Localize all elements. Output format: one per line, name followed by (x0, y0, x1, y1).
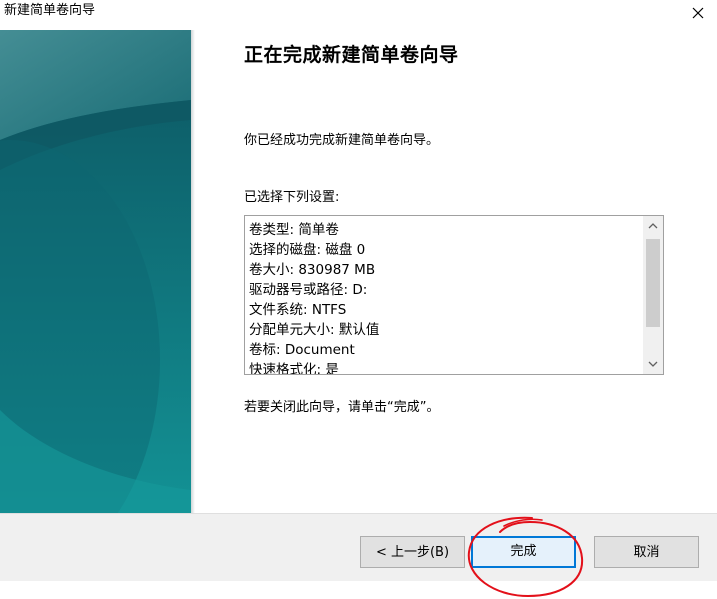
scroll-thumb[interactable] (646, 239, 660, 327)
wizard-content: 正在完成新建简单卷向导 你已经成功完成新建简单卷向导。 已选择下列设置: 卷类型… (195, 30, 717, 513)
list-item: 驱动器号或路径: D: (249, 282, 368, 298)
close-button[interactable] (687, 2, 709, 24)
scroll-up-button[interactable] (643, 216, 663, 236)
intro-text: 你已经成功完成新建简单卷向导。 (244, 133, 440, 148)
button-bar: < 上一步(B) 完成 取消 (0, 513, 717, 581)
back-button[interactable]: < 上一步(B) (360, 536, 465, 568)
finish-button[interactable]: 完成 (471, 536, 576, 568)
cancel-button[interactable]: 取消 (594, 536, 699, 568)
wizard-banner-image (0, 30, 191, 513)
chevron-down-icon (648, 361, 658, 367)
list-item: 选择的磁盘: 磁盘 0 (249, 242, 366, 258)
close-icon (692, 7, 704, 19)
list-item: 卷标: Document (249, 342, 355, 358)
title-bar: 新建简单卷向导 (0, 0, 717, 30)
list-item: 卷类型: 简单卷 (249, 222, 339, 238)
settings-listbox[interactable]: 卷类型: 简单卷 选择的磁盘: 磁盘 0 卷大小: 830987 MB 驱动器号… (244, 215, 664, 375)
scroll-down-button[interactable] (643, 354, 663, 374)
settings-list: 卷类型: 简单卷 选择的磁盘: 磁盘 0 卷大小: 830987 MB 驱动器号… (249, 220, 639, 375)
chevron-up-icon (648, 223, 658, 229)
window-title: 新建简单卷向导 (4, 3, 96, 18)
outro-text: 若要关闭此向导，请单击“完成”。 (244, 400, 440, 415)
list-item: 快速格式化: 是 (249, 362, 339, 375)
page-title: 正在完成新建简单卷向导 (244, 44, 459, 66)
list-item: 卷大小: 830987 MB (249, 262, 376, 278)
list-item: 文件系统: NTFS (249, 302, 347, 318)
wizard-window: 新建简单卷向导 正在完成新建简单卷向导 你已经成功完成新建简单卷向导。 已选择下… (0, 0, 717, 599)
settings-label: 已选择下列设置: (244, 190, 340, 205)
vertical-scrollbar[interactable] (643, 216, 663, 374)
list-item: 分配单元大小: 默认值 (249, 322, 380, 338)
banner-decoration (0, 30, 191, 513)
